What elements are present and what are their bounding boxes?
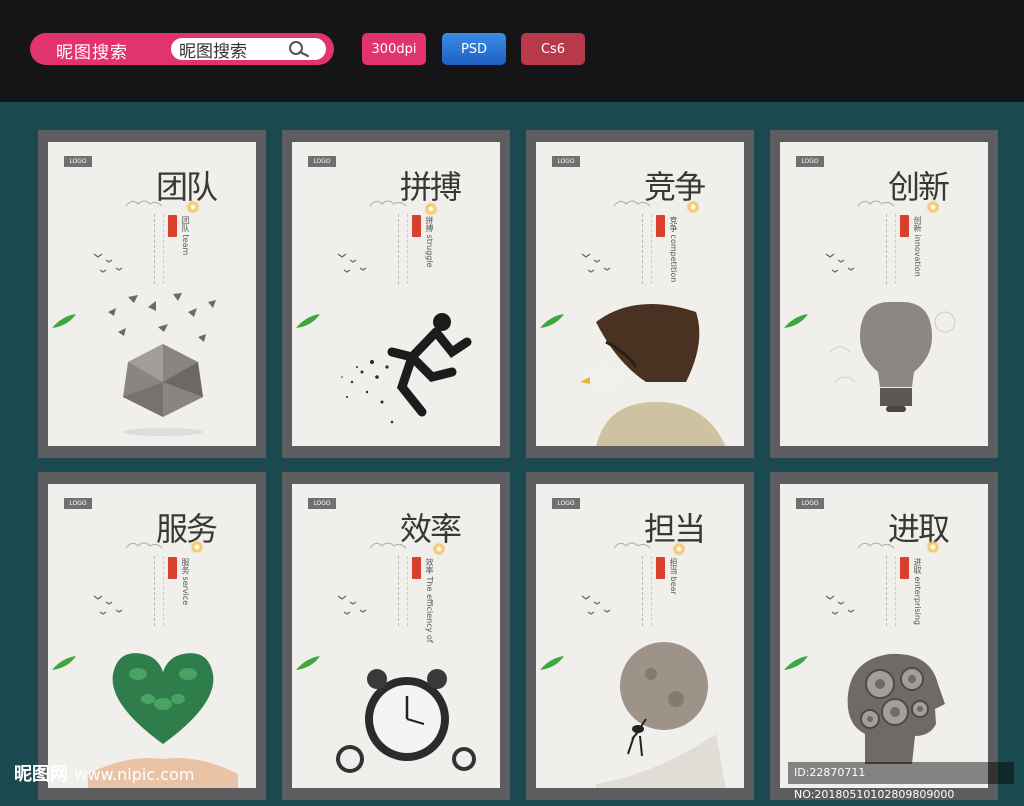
divider-lines — [886, 556, 896, 626]
poster-subtitle: 担当 bear — [669, 558, 678, 595]
leaf-icon — [296, 314, 320, 328]
poster-title: 团队 — [156, 168, 218, 206]
poster-subtitle: 竞争 competition — [669, 216, 678, 283]
poster-title: 进取 — [888, 510, 950, 548]
glow-icon — [926, 200, 940, 214]
seal-stamp — [168, 215, 177, 237]
light-bulb-icon — [829, 302, 956, 412]
watermark-id: ID:22870711 NO:20180510102809809000 — [788, 762, 1014, 801]
divider-lines — [154, 214, 164, 284]
poster-paper: LOGO 竞争 竞争 competition — [536, 142, 744, 446]
poster-logo: LOGO — [64, 156, 92, 167]
glow-icon — [190, 540, 204, 554]
running-man-icon — [341, 313, 472, 424]
seal-stamp — [656, 557, 665, 579]
glow-icon — [432, 542, 446, 556]
poster-logo: LOGO — [796, 498, 824, 509]
poster-logo: LOGO — [796, 156, 824, 167]
cs6-badge[interactable]: Cs6 — [521, 33, 585, 65]
poster-logo: LOGO — [308, 156, 336, 167]
poster-title: 服务 — [156, 510, 218, 548]
poster-subtitle: 团队 team — [181, 216, 190, 256]
crystal-sphere-icon — [108, 293, 216, 436]
seal-stamp — [412, 557, 421, 579]
divider-lines — [398, 214, 408, 284]
poster-card[interactable]: LOGO 担当 担当 bear — [526, 472, 754, 800]
birds-icon — [581, 595, 611, 615]
divider-lines — [886, 214, 896, 284]
leaf-icon — [296, 656, 320, 670]
poster-paper: LOGO 拼搏 拼搏 struggle — [292, 142, 500, 446]
leaf-icon — [784, 314, 808, 328]
divider-lines — [642, 556, 652, 626]
search-input[interactable] — [171, 38, 289, 60]
glow-icon — [686, 200, 700, 214]
birds-icon — [825, 595, 855, 615]
poster-card[interactable]: LOGO 竞争 竞争 competition — [526, 130, 754, 458]
poster-logo: LOGO — [64, 498, 92, 509]
search-icon[interactable] — [286, 40, 312, 62]
poster-card[interactable]: LOGO 服务 服务 service — [38, 472, 266, 800]
glow-icon — [672, 542, 686, 556]
divider-lines — [398, 556, 408, 626]
glow-icon — [926, 540, 940, 554]
poster-paper: LOGO 服务 服务 service — [48, 484, 256, 788]
poster-card[interactable]: LOGO 拼搏 拼搏 struggle — [282, 130, 510, 458]
poster-title: 拼搏 — [400, 168, 462, 206]
birds-icon — [93, 595, 123, 615]
seal-stamp — [168, 557, 177, 579]
poster-paper: LOGO 担当 担当 bear — [536, 484, 744, 788]
birds-icon — [93, 253, 123, 273]
seal-stamp — [656, 215, 665, 237]
poster-paper: LOGO 效率 效率 The efficiency of — [292, 484, 500, 788]
birds-icon — [337, 595, 367, 615]
poster-subtitle: 服务 service — [181, 558, 190, 606]
divider-lines — [642, 214, 652, 284]
poster-card[interactable]: LOGO 效率 效率 The efficiency of — [282, 472, 510, 800]
search-label: 昵图搜索 — [56, 43, 128, 63]
seal-stamp — [900, 215, 909, 237]
poster-paper: LOGO 进取 进取 enterprising — [780, 484, 988, 788]
leaf-icon — [784, 656, 808, 670]
resolution-badge[interactable]: 300dpi — [362, 33, 426, 65]
eagle-icon — [580, 304, 726, 446]
leaf-icon — [52, 314, 76, 328]
watermark-brand: 昵图网 www.nipic.com — [14, 760, 194, 786]
birds-icon — [337, 253, 367, 273]
poster-title: 效率 — [400, 510, 462, 548]
psd-badge[interactable]: PSD — [442, 33, 506, 65]
leaf-icon — [52, 656, 76, 670]
poster-logo: LOGO — [308, 498, 336, 509]
poster-paper: LOGO 创新 创新 innovation — [780, 142, 988, 446]
search-bar[interactable]: 昵图搜索 — [30, 33, 334, 65]
poster-logo: LOGO — [552, 498, 580, 509]
alarm-clock-icon — [336, 669, 476, 773]
poster-subtitle: 创新 innovation — [913, 216, 922, 277]
poster-card[interactable]: LOGO 创新 创新 innovation — [770, 130, 998, 458]
boulder-ant-icon — [596, 642, 726, 788]
watermark-brand-text: 昵图网 — [14, 764, 68, 785]
birds-icon — [581, 253, 611, 273]
poster-paper: LOGO 团队 团队 team — [48, 142, 256, 446]
divider-lines — [154, 556, 164, 626]
seal-stamp — [900, 557, 909, 579]
leaf-icon — [540, 314, 564, 328]
poster-subtitle: 拼搏 struggle — [425, 216, 434, 268]
poster-title: 创新 — [888, 168, 950, 206]
birds-icon — [825, 253, 855, 273]
search-box[interactable] — [171, 38, 326, 60]
top-bar: 昵图搜索 300dpi PSD Cs6 — [0, 0, 1024, 102]
poster-logo: LOGO — [552, 156, 580, 167]
poster-subtitle: 进取 enterprising — [913, 558, 922, 626]
poster-card[interactable]: LOGO 团队 团队 team — [38, 130, 266, 458]
leaf-icon — [540, 656, 564, 670]
watermark-url: www.nipic.com — [74, 765, 195, 784]
seal-stamp — [412, 215, 421, 237]
glow-icon — [186, 200, 200, 214]
poster-card[interactable]: LOGO 进取 进取 enterprising — [770, 472, 998, 800]
glow-icon — [424, 202, 438, 216]
